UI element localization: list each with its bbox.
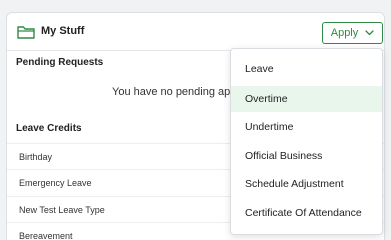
menu-item-certificate-of-attendance[interactable]: Certificate Of Attendance <box>231 200 382 226</box>
no-pending-message: You have no pending ap <box>112 86 231 98</box>
leave-type-label: Birthday <box>19 151 53 162</box>
chevron-down-icon <box>365 30 374 36</box>
apply-dropdown-menu: Leave Overtime Undertime Official Busine… <box>230 48 383 235</box>
menu-item-label: Undertime <box>245 121 294 133</box>
menu-item-overtime[interactable]: Overtime <box>231 86 382 112</box>
apply-button-label: Apply <box>330 27 359 39</box>
menu-item-label: Official Business <box>245 150 323 162</box>
apply-button[interactable]: Apply <box>322 22 383 44</box>
menu-item-schedule-adjustment[interactable]: Schedule Adjustment <box>231 171 382 197</box>
leave-credits-title: Leave Credits <box>16 123 82 134</box>
leave-type-label: Bereavement <box>19 230 73 240</box>
leave-type-label: New Test Leave Type <box>19 204 105 215</box>
menu-item-label: Certificate Of Attendance <box>245 207 362 219</box>
menu-item-undertime[interactable]: Undertime <box>231 114 382 140</box>
folder-icon <box>17 26 35 39</box>
menu-item-label: Schedule Adjustment <box>245 178 344 190</box>
pending-requests-title: Pending Requests <box>16 57 104 68</box>
card-header: My Stuff Apply <box>7 13 384 51</box>
card-title: My Stuff <box>41 25 85 37</box>
menu-item-label: Leave <box>245 63 274 75</box>
leave-type-label: Emergency Leave <box>19 177 92 188</box>
menu-item-leave[interactable]: Leave <box>231 56 382 82</box>
menu-item-official-business[interactable]: Official Business <box>231 143 382 169</box>
menu-item-label: Overtime <box>245 93 288 105</box>
